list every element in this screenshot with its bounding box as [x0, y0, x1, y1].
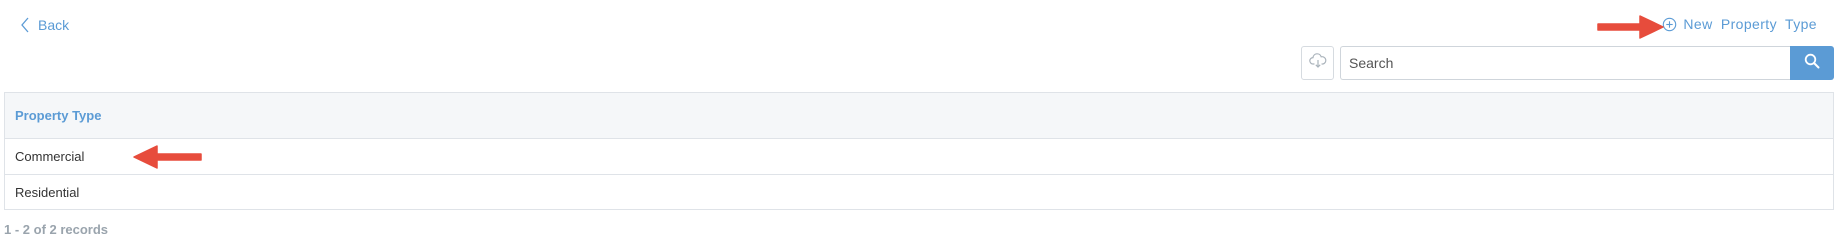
- property-type-list-page: Back New Property Type Search Property T…: [0, 0, 1836, 244]
- table-cell: Residential: [15, 184, 80, 200]
- table-row[interactable]: Commercial: [5, 139, 1833, 174]
- property-type-table: Property Type Commercial Residential: [4, 92, 1834, 210]
- chevron-left-icon: [19, 16, 31, 34]
- cloud-download-icon: [1308, 52, 1327, 74]
- table-cell: Commercial: [15, 149, 85, 164]
- new-property-type-label: New Property Type: [1683, 16, 1817, 32]
- search-icon: [1804, 53, 1820, 74]
- column-header-label: Property Type: [15, 108, 102, 123]
- back-link[interactable]: Back: [19, 16, 69, 34]
- back-label: Back: [38, 17, 70, 33]
- search-input[interactable]: [1340, 46, 1790, 80]
- annotation-arrow-left-icon: [133, 145, 202, 169]
- search-button[interactable]: [1790, 46, 1834, 80]
- new-property-type-button[interactable]: New Property Type: [1662, 16, 1817, 32]
- records-count: 1 - 2 of 2 records: [4, 222, 109, 237]
- column-header-property-type[interactable]: Property Type: [5, 93, 1833, 139]
- annotation-arrow-right-icon: [1597, 15, 1664, 39]
- export-button[interactable]: [1301, 46, 1334, 80]
- table-row[interactable]: Residential: [5, 174, 1833, 209]
